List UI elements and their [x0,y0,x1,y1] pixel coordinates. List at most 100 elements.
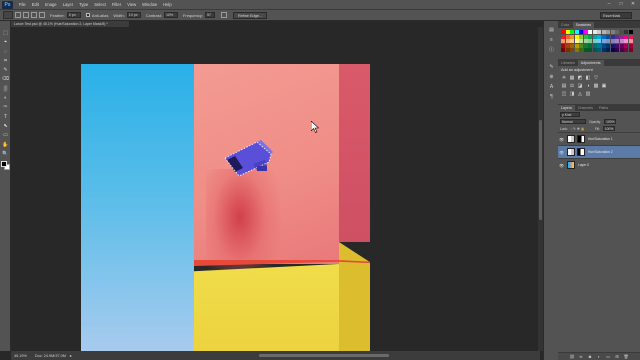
brush-panel-icon[interactable]: ✎ [547,64,556,71]
swatch[interactable] [561,43,565,48]
swatch[interactable] [610,43,615,48]
adjustment-icon[interactable]: ◧ [585,75,591,81]
swatch[interactable] [570,43,574,48]
swatch[interactable] [592,43,597,48]
width-input[interactable]: 10 px [126,12,141,18]
layer-thumbnail[interactable] [567,148,575,156]
swatch[interactable] [619,43,624,48]
swatch[interactable] [570,39,574,43]
tab-layers[interactable]: Layers [558,105,575,111]
swatch[interactable] [606,43,610,48]
swatch[interactable] [574,43,579,48]
swatch[interactable] [588,34,592,39]
swatch[interactable] [592,48,597,52]
adjustment-icon[interactable]: ▥ [585,91,591,97]
tab-adjustments[interactable]: Adjustments [577,60,604,66]
dodge-icon[interactable]: ◐ [2,95,9,102]
swatch[interactable] [561,30,565,34]
swatch[interactable] [628,39,633,43]
type-icon[interactable]: T [2,114,9,121]
tab-paths[interactable]: Paths [596,105,611,111]
swatch[interactable] [615,39,619,43]
swatch[interactable] [588,48,592,52]
swatch[interactable] [624,48,628,52]
swatch[interactable] [561,34,565,39]
lock-icons[interactable]: ▫✎✥🔒 [571,127,586,131]
menu-view[interactable]: View [127,2,136,7]
menu-edit[interactable]: Edit [32,2,39,7]
swatch[interactable] [624,43,628,48]
swatch[interactable] [579,34,583,39]
swatch[interactable] [601,34,606,39]
hand-icon[interactable]: ✋ [2,142,9,149]
layer-thumbnail[interactable] [567,161,575,169]
layer-kind-filter[interactable]: ρ Kind [560,112,580,117]
close-icon[interactable]: ✕ [629,1,637,7]
layer-row[interactable]: 👁 Hue/Saturation 2 [558,145,640,158]
adjustment-icon[interactable]: ◬ [577,91,583,97]
swatch[interactable] [610,34,615,39]
fill-input[interactable]: 100% [602,126,615,131]
tab-libraries[interactable]: Libraries [558,60,578,66]
adjustment-icon[interactable]: ▣ [601,83,607,89]
shape-icon[interactable]: ▭ [2,132,9,139]
swatch[interactable] [601,39,606,43]
swatch[interactable] [597,43,601,48]
tab-color[interactable]: Color [558,22,573,28]
horizontal-scrollbar[interactable] [259,354,389,357]
adjustment-icon[interactable]: ◫ [561,91,567,97]
adjustment-icon[interactable]: ◑ [585,83,591,89]
swatch[interactable] [615,30,619,34]
swatch[interactable] [610,39,615,43]
swatch[interactable] [588,30,592,34]
gradient-icon[interactable]: ▒ [2,86,9,93]
adjustment-icon[interactable]: ▽ [593,75,599,81]
swatch[interactable] [592,34,597,39]
swatch[interactable] [565,34,570,39]
swatch[interactable] [588,43,592,48]
swatch[interactable] [619,34,624,39]
swatch[interactable] [565,30,570,34]
swatch[interactable] [592,30,597,34]
blend-mode-select[interactable]: Normal [560,119,586,124]
document-tab[interactable]: Lance Test.psd @ 45.1% (Hue/Saturation 2… [11,21,129,27]
contrast-input[interactable]: 10% [163,12,178,18]
eye-icon[interactable]: 👁 [558,163,565,168]
adjustment-icon[interactable]: ◩ [577,75,583,81]
swatch[interactable] [610,48,615,52]
swatch[interactable] [624,39,628,43]
intersect-selection-icon[interactable] [39,12,45,18]
menu-window[interactable]: Window [142,2,157,7]
swatch[interactable] [561,48,565,52]
swatch[interactable] [628,34,633,39]
menu-filter[interactable]: Filter [112,2,121,7]
swatch[interactable] [597,48,601,52]
adjustment-icon[interactable]: ▩ [593,83,599,89]
crop-icon[interactable]: ⌗ [2,58,9,65]
properties-icon[interactable]: ≡ [547,37,556,44]
vertical-scrollbar[interactable] [539,120,542,220]
swatch[interactable] [610,30,615,34]
swatch[interactable] [619,39,624,43]
swatch[interactable] [574,39,579,43]
menu-file[interactable]: File [19,2,26,7]
swatch[interactable] [583,48,588,52]
swatch[interactable] [574,34,579,39]
trash-icon[interactable]: 🗑 [624,354,629,359]
color-swatches[interactable] [1,160,10,170]
add-mask-icon[interactable]: ◙ [588,354,593,359]
swatch[interactable] [606,30,610,34]
swatch[interactable] [624,30,628,34]
zoom-level[interactable]: 45.19% [14,354,27,358]
eraser-icon[interactable]: ⌫ [2,76,9,83]
feather-input[interactable]: 0 px [66,12,81,18]
clone-source-icon[interactable]: ⊕ [547,74,556,81]
swatch[interactable] [583,34,588,39]
menu-select[interactable]: Select [94,2,106,7]
swatch[interactable] [628,30,633,34]
swatch[interactable] [565,39,570,43]
adjustment-icon[interactable]: ◪ [577,83,583,89]
swatch[interactable] [597,30,601,34]
swatch[interactable] [615,34,619,39]
swatch[interactable] [606,34,610,39]
